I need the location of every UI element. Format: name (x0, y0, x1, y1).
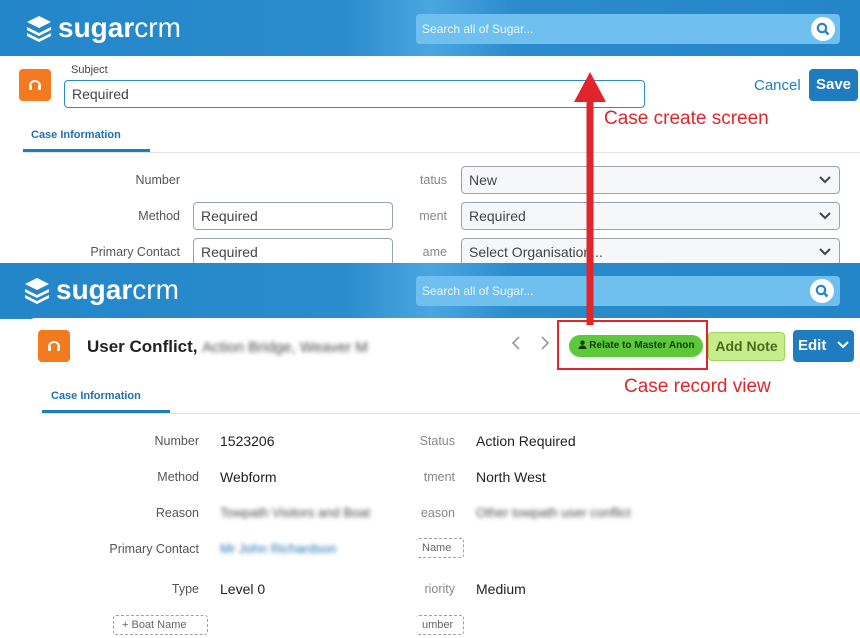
record-reason-label: Reason (155, 506, 199, 520)
chevron-left-icon (511, 336, 520, 350)
brand-name-light: crm (132, 274, 179, 305)
record-priority-label: riority (424, 582, 455, 596)
create-method-input[interactable]: Required (193, 202, 393, 230)
search-icon (816, 22, 830, 36)
create-primary-contact-label: Primary Contact (90, 245, 180, 259)
record-priority-value: Medium (476, 581, 526, 597)
search-icon (815, 284, 829, 298)
create-department-label: ment (419, 209, 447, 223)
record-title: User Conflict, Action Bridge, Weaver M (87, 337, 368, 357)
record-tab-case-information[interactable]: Case Information (51, 390, 141, 402)
record-number-label: Number (154, 434, 199, 448)
previous-record-button[interactable] (511, 336, 521, 355)
create-search-button[interactable] (811, 17, 835, 41)
add-boat-name-button[interactable]: + Boat Name (113, 615, 208, 635)
edit-button-label: Edit (798, 337, 827, 354)
create-header-bar: sugar crm Search all of Sugar... (0, 0, 860, 56)
chevron-right-icon (541, 336, 550, 350)
record-sub-reason-value: Other towpath user conflict (476, 505, 631, 520)
create-status-value: New (469, 172, 498, 188)
record-method-value: Webform (220, 469, 277, 485)
headset-icon (29, 80, 41, 90)
user-icon (577, 340, 587, 349)
relate-button-label: Relate to Master Anon (589, 340, 695, 351)
case-create-annotation: Case create screen (604, 108, 769, 129)
record-number-value: 1523206 (220, 433, 275, 449)
create-number-label: Number (135, 173, 180, 187)
record-title-blurred: Action Bridge, Weaver M (202, 339, 368, 356)
case-record-annotation: Case record view (624, 376, 771, 397)
add-note-button[interactable]: Add Note (708, 332, 785, 361)
record-status-label: Status (419, 434, 455, 448)
create-status-select[interactable]: New (461, 166, 840, 194)
sugarcrm-logo[interactable]: sugar crm (22, 274, 179, 306)
create-tab-case-information[interactable]: Case Information (31, 129, 121, 141)
create-tab-divider (23, 152, 860, 153)
record-type-label: Type (171, 582, 199, 596)
sugar-cube-icon (25, 278, 49, 304)
record-header-bar: sugar crm Search all of Sugar... (0, 263, 860, 319)
next-record-button[interactable] (540, 336, 550, 355)
record-type-value: Level 0 (220, 581, 266, 597)
create-department-value: Required (469, 208, 526, 224)
create-department-select[interactable]: Required (461, 202, 840, 230)
relate-to-master-anon-button[interactable]: Relate to Master Anon (569, 335, 703, 357)
record-method-label: Method (157, 470, 199, 484)
record-primary-contact-link[interactable]: Mr John Richardson (220, 541, 336, 556)
create-primary-contact-input[interactable]: Required (193, 238, 393, 266)
record-primary-contact-label: Primary Contact (109, 542, 199, 556)
record-sub-reason-label: eason (420, 506, 455, 520)
save-button[interactable]: Save (809, 69, 858, 101)
add-name-button[interactable]: Name (416, 538, 464, 558)
record-status-value: Action Required (476, 433, 576, 449)
record-tab-divider (42, 413, 860, 414)
cancel-button[interactable]: Cancel (754, 77, 801, 94)
case-module-icon (38, 330, 70, 362)
create-status-label: tatus (419, 173, 447, 187)
brand-name-bold: sugar (56, 274, 133, 305)
record-title-text: User Conflict, (87, 337, 198, 356)
chevron-down-icon (819, 176, 831, 184)
chevron-down-icon (819, 248, 831, 256)
chevron-down-icon (836, 341, 849, 349)
create-method-label: Method (138, 209, 180, 223)
brand-name-bold: sugar (58, 12, 135, 43)
add-number-button[interactable]: umber (416, 615, 464, 635)
edit-button[interactable]: Edit (793, 330, 854, 362)
subject-label: Subject (71, 64, 108, 76)
sugarcrm-logo[interactable]: sugar crm (24, 12, 181, 44)
sugar-cube-icon (27, 16, 51, 42)
case-module-icon (19, 69, 51, 101)
record-department-value: North West (476, 469, 546, 485)
brand-name-light: crm (134, 12, 181, 43)
chevron-down-icon (819, 212, 831, 220)
create-search-input[interactable]: Search all of Sugar... (416, 14, 840, 44)
record-search-input[interactable]: Search all of Sugar... (416, 276, 840, 306)
record-search-button[interactable] (810, 279, 834, 303)
subject-input[interactable]: Required (64, 80, 645, 108)
create-organisation-label: ame (422, 245, 447, 259)
create-organisation-select[interactable]: Select Organisation... (461, 238, 840, 266)
record-department-label: tment (423, 470, 455, 484)
record-reason-value: Towpath Visitors and Boat (220, 505, 371, 520)
headset-icon (48, 341, 60, 351)
